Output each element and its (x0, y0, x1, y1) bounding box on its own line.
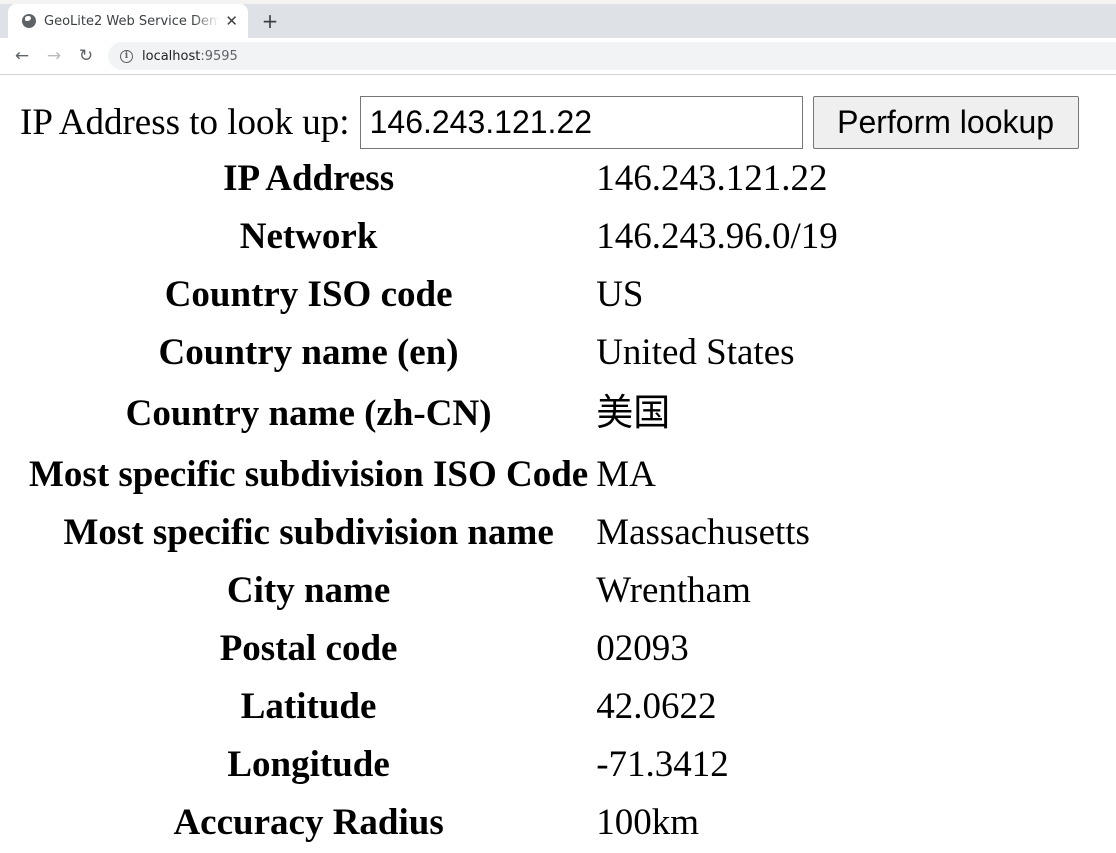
table-row: Country name (en) United States (28, 325, 839, 381)
table-row: Country ISO code US (28, 267, 839, 323)
row-value: 146.243.96.0/19 (596, 216, 838, 257)
row-label: Network (239, 216, 378, 257)
forward-button[interactable]: → (43, 45, 65, 67)
ip-address-input[interactable] (359, 96, 803, 149)
row-value: 42.0622 (596, 686, 717, 727)
row-label: Accuracy Radius (173, 802, 444, 843)
row-value: -71.3412 (596, 744, 729, 785)
row-label: Postal code (219, 628, 398, 669)
row-value: 美国 (596, 393, 671, 434)
row-label: IP Address (223, 158, 395, 199)
row-label: Longitude (227, 744, 390, 785)
row-label: Most specific subdivision name (63, 512, 554, 553)
row-label: Country ISO code (164, 274, 453, 315)
row-label: City name (226, 570, 391, 611)
tab-bar: GeoLite2 Web Service Demo ✕ + (0, 4, 1116, 38)
row-label: Country name (en) (158, 332, 459, 373)
close-tab-icon[interactable]: ✕ (225, 12, 238, 30)
row-value: MA (596, 454, 656, 495)
table-row: Latitude 42.0622 (28, 679, 839, 735)
table-row: Country name (zh-CN) 美国 (28, 383, 839, 445)
row-value: 146.243.121.22 (596, 158, 828, 199)
new-tab-button[interactable]: + (258, 9, 282, 33)
url-host: localhost (142, 48, 201, 64)
browser-tab[interactable]: GeoLite2 Web Service Demo ✕ (8, 4, 248, 38)
perform-lookup-button[interactable]: Perform lookup (812, 96, 1079, 149)
address-bar[interactable]: i localhost:9595 (108, 42, 1116, 70)
row-label: Country name (zh-CN) (125, 393, 492, 434)
lookup-form: IP Address to look up: Perform lookup (20, 96, 1116, 149)
table-row: City name Wrentham (28, 563, 839, 619)
back-button[interactable]: ← (11, 45, 33, 67)
row-value: United States (596, 332, 795, 373)
row-label: Most specific subdivision ISO Code (29, 454, 589, 495)
table-row: Longitude -71.3412 (28, 737, 839, 793)
table-row: Accuracy Radius 100km (28, 795, 839, 851)
row-label: Latitude (240, 686, 377, 727)
row-value: 02093 (596, 628, 689, 669)
ip-lookup-label: IP Address to look up: (20, 102, 350, 143)
page-content: IP Address to look up: Perform lookup IP… (0, 75, 1116, 853)
table-row: Most specific subdivision name Massachus… (28, 505, 839, 561)
row-value: Wrentham (596, 570, 751, 611)
results-table: IP Address 146.243.121.22 Network 146.24… (26, 149, 841, 853)
site-info-icon[interactable]: i (120, 49, 133, 63)
row-value: US (596, 274, 644, 315)
table-row: Most specific subdivision ISO Code MA (28, 447, 839, 503)
row-value: Massachusetts (596, 512, 810, 553)
table-row: Postal code 02093 (28, 621, 839, 677)
table-row: IP Address 146.243.121.22 (28, 151, 839, 207)
url-port: :9595 (200, 48, 238, 64)
reload-button[interactable]: ↻ (75, 45, 97, 67)
table-row: Network 146.243.96.0/19 (28, 209, 839, 265)
browser-toolbar: ← → ↻ i localhost:9595 (0, 38, 1116, 75)
globe-icon (22, 14, 36, 28)
row-value: 100km (596, 802, 699, 843)
tab-title: GeoLite2 Web Service Demo (44, 13, 220, 29)
